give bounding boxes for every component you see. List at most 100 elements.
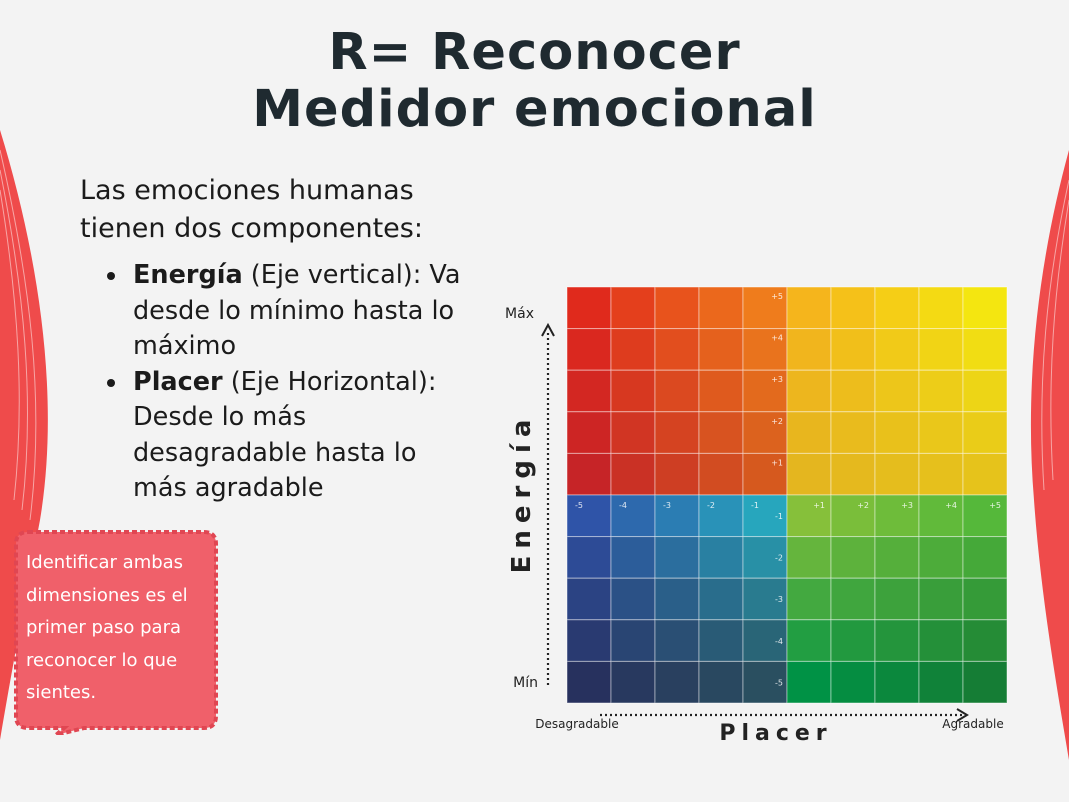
heatmap-cell xyxy=(874,286,920,330)
heatmap-cell xyxy=(962,660,1008,704)
heatmap-cell xyxy=(962,577,1008,621)
heatmap-cell xyxy=(698,660,744,704)
heatmap-cell xyxy=(874,536,920,579)
heatmap-cell xyxy=(698,369,744,413)
heatmap-cell xyxy=(698,328,744,371)
heatmap-cell xyxy=(830,286,876,330)
heatmap-cell xyxy=(610,619,656,662)
heatmap-cell xyxy=(698,619,744,662)
heatmap-cell xyxy=(786,411,832,454)
bullet-term: Energía xyxy=(133,260,243,290)
y-axis: Máx Mín Energía xyxy=(505,306,555,691)
heatmap-cell xyxy=(962,536,1008,579)
heatmap-cell xyxy=(610,494,656,538)
heatmap-cell xyxy=(786,577,832,621)
heatmap-cell xyxy=(874,577,920,621)
heatmap-cell xyxy=(786,369,832,413)
heatmap-cell xyxy=(566,494,612,538)
heatmap-cell xyxy=(610,286,656,330)
title-line-2: Medidor emocional xyxy=(252,80,817,139)
heatmap-cell xyxy=(610,536,656,579)
heatmap-cell xyxy=(786,619,832,662)
y-tick-label: -3 xyxy=(775,595,783,604)
heatmap-cell xyxy=(918,286,964,330)
x-min-label: Desagradable xyxy=(535,717,618,731)
heatmap-cell xyxy=(566,286,612,330)
y-tick-label: -5 xyxy=(775,678,783,687)
heatmap-cell xyxy=(566,369,612,413)
heatmap-cell xyxy=(654,536,700,579)
heatmap-cell xyxy=(566,660,612,704)
y-tick-label: +1 xyxy=(771,458,783,467)
x-axis: Desagradable Agradable Placer xyxy=(535,708,1004,746)
slide-title: R= Reconocer Medidor emocional xyxy=(0,24,1069,138)
heatmap-cell xyxy=(654,619,700,662)
x-max-label: Agradable xyxy=(942,717,1003,731)
heatmap-cell xyxy=(918,328,964,371)
heatmap-cell xyxy=(566,411,612,454)
heatmap-cell xyxy=(962,286,1008,330)
bullet-placer: Placer (Eje Horizontal): Desde lo más de… xyxy=(105,365,465,507)
heatmap-cell xyxy=(830,369,876,413)
heatmap-cell xyxy=(874,328,920,371)
heatmap-cell xyxy=(566,619,612,662)
bullet-list: Energía (Eje vertical): Va desde lo míni… xyxy=(105,258,465,507)
heatmap-cell xyxy=(566,328,612,371)
heatmap-cell xyxy=(698,411,744,454)
emotion-meter-chart: +5 +4 +3 +2 +1 -1 -2 -3 -4 -5 -5 -4 -3 -2 -1 +1 +2 +3 +4 +5… xyxy=(505,286,1008,746)
heatmap-cell xyxy=(698,494,744,538)
heatmap-cell xyxy=(654,660,700,704)
x-tick-label: -3 xyxy=(663,501,671,510)
x-tick-label: -1 xyxy=(751,501,759,510)
y-tick-label: -1 xyxy=(775,512,783,521)
heatmap-cell xyxy=(698,286,744,330)
heatmap-cell xyxy=(654,369,700,413)
heatmap-cell xyxy=(566,452,612,496)
heatmap-cell xyxy=(566,577,612,621)
heatmap-cell xyxy=(786,286,832,330)
heatmap-cell xyxy=(918,619,964,662)
heatmap-cell xyxy=(918,452,964,496)
heatmap-cell xyxy=(610,328,656,371)
heatmap-cell xyxy=(830,411,876,454)
heatmap-cell xyxy=(698,452,744,496)
heatmap-cell xyxy=(654,494,700,538)
heatmap-cells xyxy=(566,286,1008,704)
x-tick-label: +4 xyxy=(945,501,957,510)
x-tick-label: +2 xyxy=(857,501,869,510)
bullet-term: Placer xyxy=(133,366,223,397)
y-tick-label: +4 xyxy=(771,334,783,343)
x-tick-label: -4 xyxy=(619,501,627,510)
heatmap-cell xyxy=(874,660,920,704)
heatmap-cell xyxy=(786,452,832,496)
heatmap-cell xyxy=(918,369,964,413)
heatmap-cell xyxy=(962,452,1008,496)
heatmap-cell xyxy=(654,452,700,496)
heatmap-cell xyxy=(918,660,964,704)
heatmap-cell xyxy=(962,619,1008,662)
heatmap-cell xyxy=(610,452,656,496)
heatmap-cell xyxy=(830,452,876,496)
heatmap-cell xyxy=(786,536,832,579)
heatmap-cell xyxy=(830,660,876,704)
heatmap-cell xyxy=(654,411,700,454)
heatmap-cell xyxy=(654,577,700,621)
intro-text: Las emociones humanas tienen dos compone… xyxy=(80,175,423,244)
y-min-label: Mín xyxy=(513,675,538,691)
heatmap-cell xyxy=(830,577,876,621)
heatmap-cell xyxy=(874,452,920,496)
heatmap-cell xyxy=(962,411,1008,454)
x-tick-label: -5 xyxy=(575,501,583,510)
y-axis-title: Energía xyxy=(507,413,537,574)
heatmap-cell xyxy=(698,536,744,579)
x-axis-title: Placer xyxy=(719,721,832,746)
heatmap-cell xyxy=(830,536,876,579)
x-tick-label: +3 xyxy=(901,501,913,510)
x-tick-label: +5 xyxy=(989,501,1001,510)
heatmap-cell xyxy=(962,369,1008,413)
heatmap-cell xyxy=(610,577,656,621)
heatmap-cell xyxy=(566,536,612,579)
y-tick-label: -4 xyxy=(775,637,783,646)
y-max-label: Máx xyxy=(505,306,534,322)
y-tick-label: +5 xyxy=(771,292,783,301)
